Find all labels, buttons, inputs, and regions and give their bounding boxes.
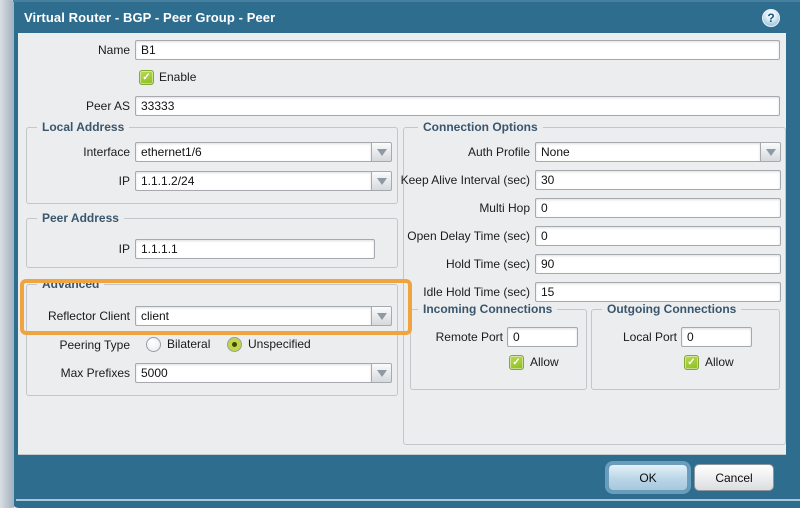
- dialog-content: Name ✓ Enable Peer AS Local Address Inte…: [18, 33, 786, 455]
- chevron-down-icon: [766, 149, 776, 156]
- enable-checkbox[interactable]: ✓: [139, 70, 154, 85]
- peer-address-legend: Peer Address: [37, 211, 124, 225]
- chevron-down-icon: [377, 313, 387, 320]
- multi-hop-input[interactable]: [535, 198, 781, 218]
- help-icon[interactable]: ?: [762, 9, 780, 27]
- frame-bottom-highlight: [16, 499, 800, 501]
- auth-profile-label: Auth Profile: [300, 142, 530, 162]
- max-prefixes-input[interactable]: [135, 363, 372, 383]
- outgoing-connections-fieldset: Outgoing Connections: [591, 309, 780, 390]
- frame-highlight-left: [12, 0, 14, 508]
- peer-as-label: Peer AS: [26, 96, 130, 116]
- unspecified-label: Unspecified: [248, 337, 311, 352]
- bilateral-label: Bilateral: [167, 337, 210, 352]
- peering-type-label: Peering Type: [26, 335, 130, 355]
- idle-hold-input[interactable]: [535, 282, 781, 302]
- max-prefixes-dropdown[interactable]: [135, 363, 392, 383]
- cancel-button[interactable]: Cancel: [694, 464, 774, 491]
- outgoing-allow-checkbox[interactable]: ✓: [684, 355, 699, 370]
- hold-time-label: Hold Time (sec): [300, 254, 530, 274]
- chevron-down-icon: [377, 370, 387, 377]
- incoming-connections-fieldset: Incoming Connections: [410, 309, 587, 390]
- outgoing-connections-legend: Outgoing Connections: [602, 302, 741, 316]
- window-drop-shadow: [0, 0, 12, 508]
- auth-profile-dropdown-button[interactable]: [761, 142, 781, 162]
- dialog-title: Virtual Router - BGP - Peer Group - Peer: [24, 10, 275, 25]
- peer-ip-label: IP: [26, 239, 130, 259]
- auth-profile-input[interactable]: [535, 142, 761, 162]
- name-input[interactable]: [135, 40, 780, 60]
- check-icon: ✓: [512, 357, 520, 368]
- local-address-legend: Local Address: [37, 120, 129, 134]
- check-icon: ✓: [687, 357, 695, 368]
- reflector-client-label: Reflector Client: [26, 306, 130, 326]
- local-ip-label: IP: [26, 171, 130, 191]
- local-port-label: Local Port: [595, 327, 677, 347]
- incoming-allow-label: Allow: [530, 355, 559, 370]
- incoming-connections-legend: Incoming Connections: [418, 302, 557, 316]
- auth-profile-dropdown[interactable]: [535, 142, 781, 162]
- remote-port-label: Remote Port: [416, 327, 503, 347]
- idle-hold-label: Idle Hold Time (sec): [300, 282, 530, 302]
- remote-port-input[interactable]: [507, 327, 578, 347]
- bilateral-radio[interactable]: [146, 337, 161, 352]
- enable-label: Enable: [159, 70, 196, 85]
- interface-label: Interface: [26, 142, 130, 162]
- outgoing-allow-label: Allow: [705, 355, 734, 370]
- multi-hop-label: Multi Hop: [300, 198, 530, 218]
- local-port-input[interactable]: [681, 327, 752, 347]
- title-bar: Virtual Router - BGP - Peer Group - Peer…: [14, 2, 800, 33]
- reflector-client-dropdown-button[interactable]: [372, 306, 392, 326]
- connection-options-legend: Connection Options: [418, 120, 543, 134]
- local-address-fieldset: Local Address: [26, 127, 398, 204]
- max-prefixes-label: Max Prefixes: [26, 363, 130, 383]
- incoming-allow-checkbox[interactable]: ✓: [509, 355, 524, 370]
- name-label: Name: [26, 40, 130, 60]
- max-prefixes-dropdown-button[interactable]: [372, 363, 392, 383]
- advanced-legend: Advanced: [37, 277, 104, 291]
- unspecified-radio[interactable]: [227, 337, 242, 352]
- check-icon: ✓: [142, 72, 150, 83]
- keep-alive-label: Keep Alive Interval (sec): [300, 170, 530, 190]
- dialog-window: Virtual Router - BGP - Peer Group - Peer…: [0, 0, 800, 508]
- ok-button[interactable]: OK: [608, 464, 688, 491]
- reflector-client-input[interactable]: [135, 306, 372, 326]
- reflector-client-dropdown[interactable]: [135, 306, 392, 326]
- hold-time-input[interactable]: [535, 254, 781, 274]
- keep-alive-input[interactable]: [535, 170, 781, 190]
- radio-dot-icon: [232, 342, 237, 347]
- open-delay-label: Open Delay Time (sec): [300, 226, 530, 246]
- peer-as-input[interactable]: [135, 96, 780, 116]
- open-delay-input[interactable]: [535, 226, 781, 246]
